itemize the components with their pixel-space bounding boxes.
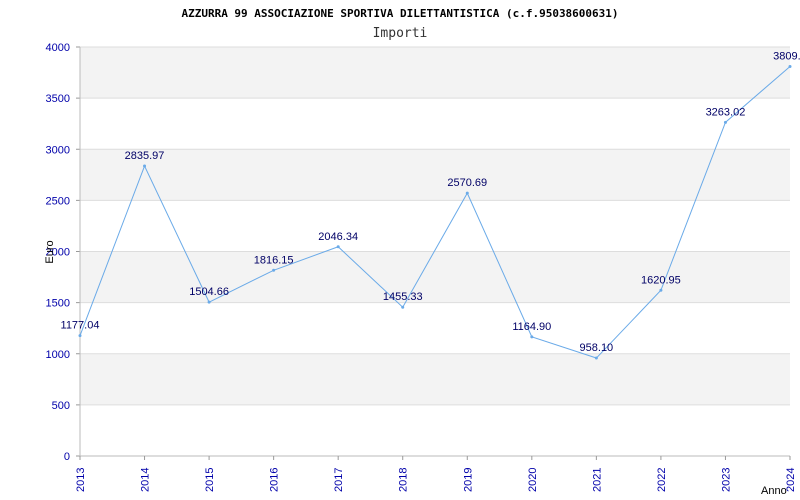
grid-band	[80, 149, 790, 201]
x-axis-label: Anno	[761, 485, 787, 497]
data-point	[788, 64, 792, 68]
data-label: 1177.04	[61, 320, 100, 332]
data-point	[594, 356, 598, 360]
x-tick-label: 2020	[527, 468, 539, 492]
y-tick-label: 4000	[46, 42, 70, 54]
x-tick-labels: 2013 2014 2015 2016 2017 2018 2019 2020 2021 2022…	[75, 468, 797, 492]
data-point	[401, 305, 405, 309]
y-tick-label: 0	[64, 451, 70, 463]
data-label: 3263.02	[706, 106, 746, 118]
data-point	[272, 268, 276, 272]
grid-bands	[80, 47, 790, 405]
x-tick-label: 2023	[720, 468, 732, 492]
data-point	[659, 288, 663, 292]
y-axis-label: Euro	[44, 240, 56, 263]
data-label: 1504.66	[189, 286, 229, 298]
x-tick-label: 2024	[785, 468, 797, 492]
x-tick-label: 2019	[462, 468, 474, 492]
data-label: 1816.15	[254, 254, 294, 266]
data-point	[207, 300, 211, 304]
grid-band	[80, 353, 790, 405]
x-tick-label: 2017	[333, 468, 345, 492]
chart-subtitle: Importi	[373, 26, 428, 41]
data-label: 1164.90	[512, 321, 551, 333]
data-point	[143, 164, 147, 168]
data-label: 958.10	[580, 342, 614, 354]
y-tick-label: 1000	[46, 349, 70, 361]
data-label: 1620.95	[641, 274, 681, 286]
x-tick-label: 2018	[398, 468, 410, 492]
data-point	[723, 120, 727, 124]
x-tick-label: 2021	[591, 468, 603, 492]
data-point	[78, 334, 82, 338]
y-tick-label: 1500	[46, 298, 70, 310]
series-line	[78, 64, 792, 360]
y-tick-label: 3000	[46, 144, 70, 156]
grid-band	[80, 251, 790, 303]
data-label: 3809.7	[773, 50, 800, 62]
y-tick-label: 500	[52, 400, 70, 412]
x-tick-label: 2015	[204, 468, 216, 492]
data-point	[530, 335, 534, 339]
x-tick-label: 2013	[75, 468, 87, 492]
y-tick-label: 3500	[46, 93, 70, 105]
data-point	[465, 191, 469, 195]
data-label: 2835.97	[125, 150, 165, 162]
x-tick-label: 2022	[656, 468, 668, 492]
data-label: 1455.33	[383, 291, 423, 303]
data-point	[336, 245, 340, 249]
x-tick-label: 2016	[269, 468, 281, 492]
chart-title: AZZURRA 99 ASSOCIAZIONE SPORTIVA DILETTA…	[181, 7, 618, 20]
grid-band	[80, 47, 790, 99]
series-polyline	[79, 66, 791, 359]
data-label: 2046.34	[318, 231, 358, 243]
x-tick-label: 2014	[140, 468, 152, 492]
data-label: 2570.69	[447, 177, 487, 189]
y-tick-label: 2500	[46, 195, 70, 207]
line-chart: AZZURRA 99 ASSOCIAZIONE SPORTIVA DILETTA…	[44, 7, 800, 497]
